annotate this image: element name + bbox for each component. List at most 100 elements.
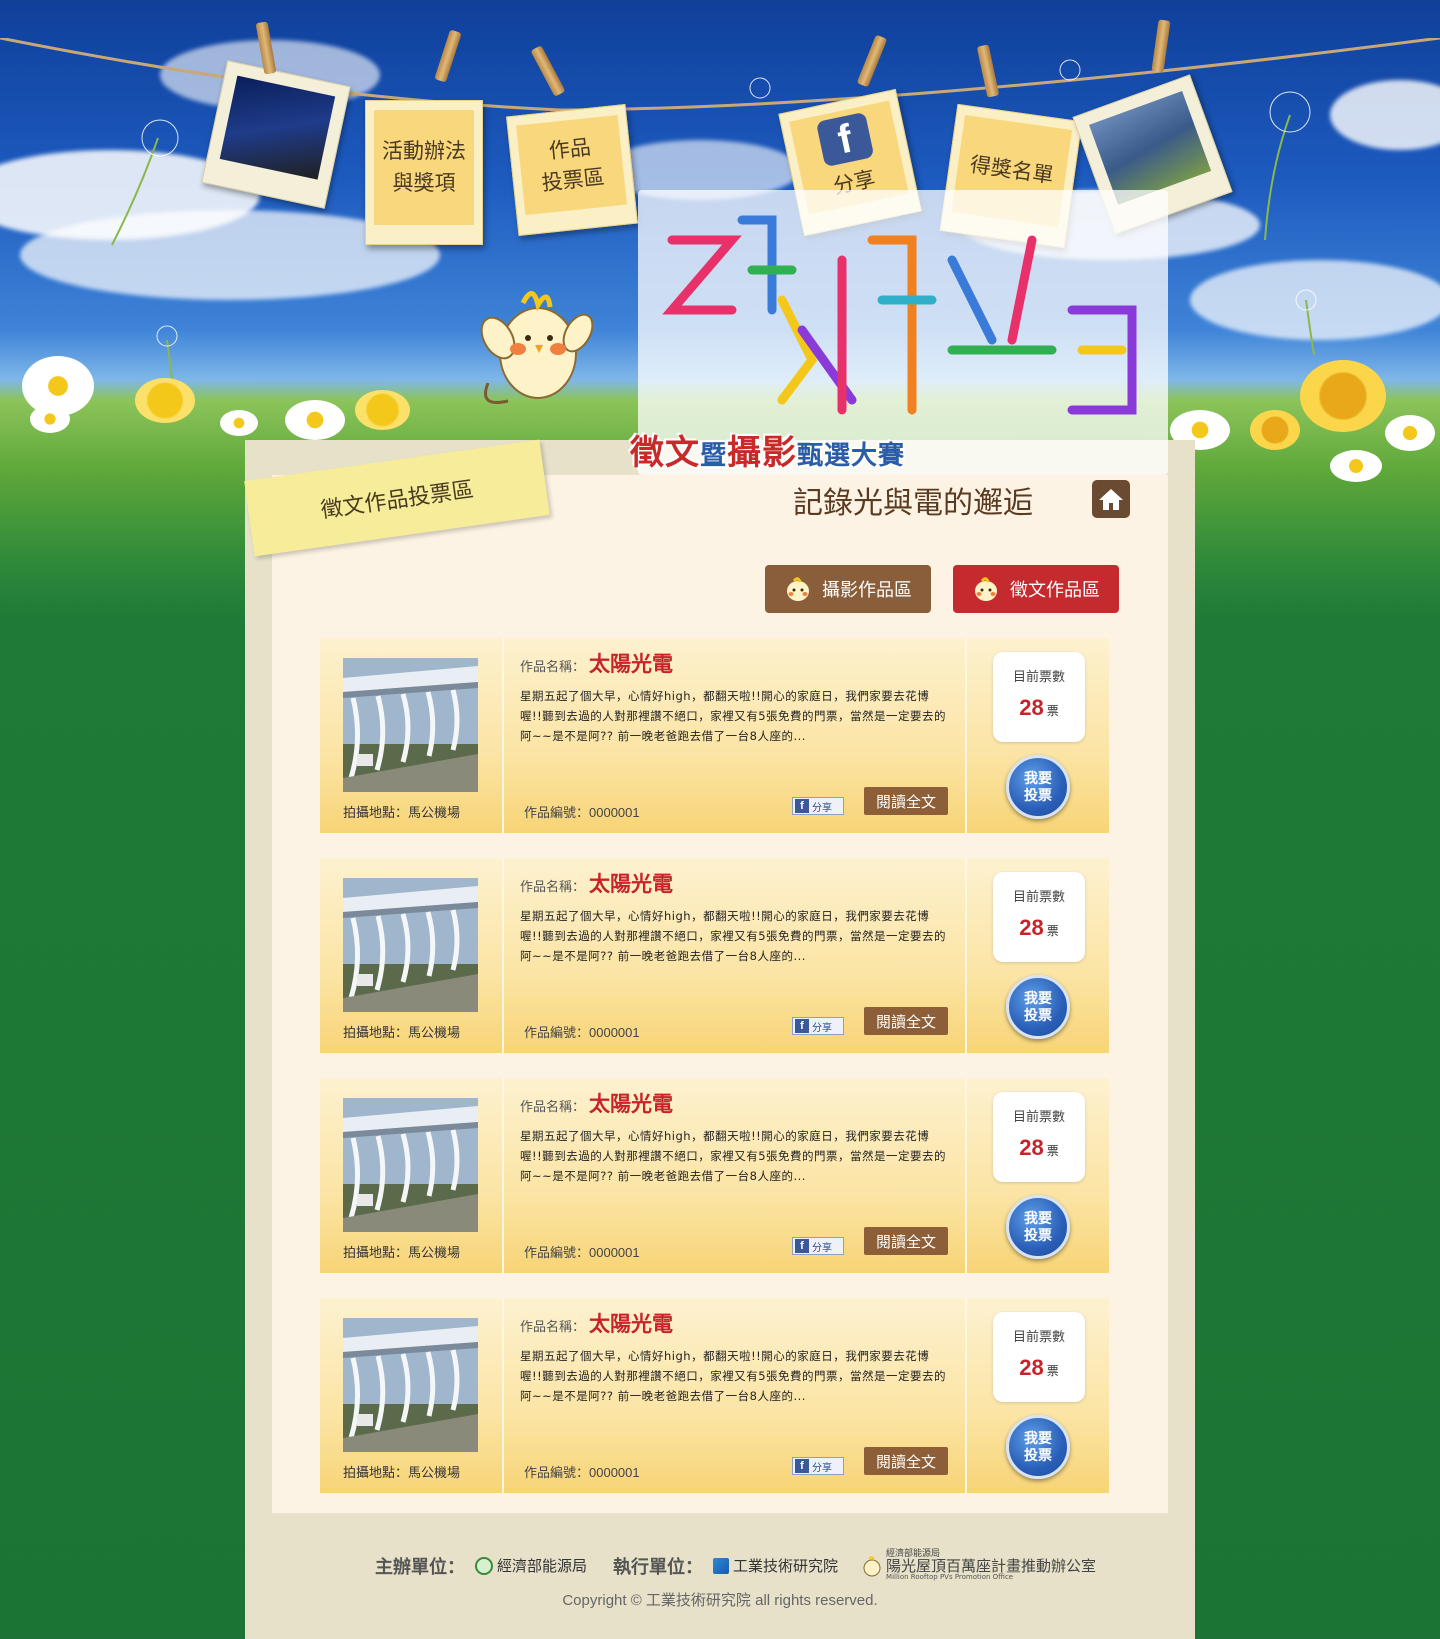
- vote-button-label: 我要 投票: [1024, 1430, 1052, 1463]
- entry-thumbnail[interactable]: [343, 1098, 478, 1232]
- entry-serial: 作品編號：0000001: [524, 1245, 640, 1260]
- vote-count-label: 目前票數: [1012, 1330, 1065, 1345]
- entry-serial: 作品編號：0000001: [524, 1025, 640, 1040]
- shooting-location: 拍攝地點：馬公機場: [343, 1465, 461, 1480]
- vote-count-unit: 票: [1046, 1364, 1059, 1378]
- facebook-share-button[interactable]: f 分享: [792, 1237, 844, 1255]
- vote-count-number: 28: [1019, 1355, 1044, 1380]
- organizer: 經濟部能源局: [475, 1555, 587, 1576]
- entry-serial: 作品編號：0000001: [524, 1465, 640, 1480]
- tab-essay-entries[interactable]: 徵文作品區: [953, 565, 1119, 613]
- column-divider: [965, 1078, 967, 1273]
- entry-excerpt: 星期五起了個大早，心情好high，都翻天啦!!開心的家庭日，我們家要去花博喔!!…: [520, 1129, 947, 1183]
- vote-count: 28 票: [993, 1135, 1085, 1161]
- vote-count: 28 票: [993, 1355, 1085, 1381]
- vote-count-number: 28: [1019, 915, 1044, 940]
- vote-count-unit: 票: [1046, 1144, 1059, 1158]
- entry-excerpt: 星期五起了個大早，心情好high，都翻天啦!!開心的家庭日，我們家要去花博喔!!…: [520, 1349, 947, 1403]
- entry-serial: 作品編號：0000001: [524, 805, 640, 820]
- itri-logo-icon: [713, 1557, 730, 1574]
- share-label: 分享: [812, 1022, 832, 1034]
- vote-count-number: 28: [1019, 695, 1044, 720]
- entry-title-row: 作品名稱： 太陽光電: [520, 648, 673, 678]
- vote-count-label: 目前票數: [1012, 1110, 1065, 1125]
- vote-button[interactable]: 我要 投票: [1006, 755, 1070, 819]
- tab-photo-label: 攝影作品區: [822, 580, 912, 600]
- office-line2: 陽光屋頂百萬座計畫推動辦公室: [886, 1557, 1097, 1575]
- logo-title-part3: 甄選大賽: [797, 440, 906, 470]
- entry-name: 太陽光電: [589, 653, 674, 676]
- entry-name-label: 作品名稱：: [520, 1320, 586, 1335]
- entry-title-row: 作品名稱： 太陽光電: [520, 1308, 673, 1338]
- vote-count-card: 目前票數 28 票: [993, 1312, 1085, 1402]
- executor-name: 工業技術研究院: [733, 1557, 839, 1575]
- thumbnail-image: [343, 658, 478, 792]
- vote-button-label: 我要 投票: [1024, 1210, 1052, 1243]
- logo-sunlight-electricity: [662, 215, 1137, 415]
- vote-button-label: 我要 投票: [1024, 770, 1052, 803]
- vote-count-card: 目前票數 28 票: [993, 872, 1085, 962]
- facebook-icon: f: [795, 1019, 809, 1033]
- vote-button[interactable]: 我要 投票: [1006, 1415, 1070, 1479]
- rooftop-office-logo: 經濟部能源局 陽光屋頂百萬座計畫推動辦公室 Million Rooftop PV…: [862, 1550, 1096, 1581]
- shooting-location: 拍攝地點：馬公機場: [343, 1245, 461, 1260]
- logo-title-part1: 徵文: [630, 434, 700, 472]
- column-divider: [965, 1298, 967, 1493]
- facebook-icon: f: [795, 1239, 809, 1253]
- column-divider: [965, 638, 967, 833]
- section-title: 徵文作品投票區: [319, 477, 476, 524]
- vote-count-card: 目前票數 28 票: [993, 1092, 1085, 1182]
- facebook-icon: f: [795, 1459, 809, 1473]
- entry-name: 太陽光電: [589, 1313, 674, 1336]
- read-more-button[interactable]: 閱讀全文: [864, 1227, 948, 1255]
- executor: 工業技術研究院: [713, 1555, 838, 1576]
- entry-name-label: 作品名稱：: [520, 660, 586, 675]
- logo-title-mid: 暨: [700, 440, 728, 470]
- logo-subtitle: 徵文暨攝影甄選大賽: [630, 425, 905, 474]
- thumbnail-image: [343, 1098, 478, 1232]
- facebook-share-button[interactable]: f 分享: [792, 797, 844, 815]
- share-label: 分享: [812, 802, 832, 814]
- read-more-button[interactable]: 閱讀全文: [864, 1447, 948, 1475]
- moea-logo-icon: [475, 1556, 493, 1575]
- entry-name-label: 作品名稱：: [520, 1100, 586, 1115]
- footer-credits: 主辦單位： 經濟部能源局 執行單位： 工業技術研究院 經濟部能源局 陽光屋頂百萬…: [375, 1550, 1096, 1581]
- entry-name: 太陽光電: [589, 873, 674, 896]
- vote-button[interactable]: 我要 投票: [1006, 975, 1070, 1039]
- chick-icon: [975, 577, 997, 601]
- entry-thumbnail[interactable]: [343, 1318, 478, 1452]
- chick-icon: [863, 1555, 881, 1576]
- vote-count-unit: 票: [1046, 704, 1059, 718]
- column-divider: [965, 858, 967, 1053]
- vote-count-label: 目前票數: [1012, 890, 1065, 905]
- tab-photo-entries[interactable]: 攝影作品區: [765, 565, 931, 613]
- vote-count: 28 票: [993, 695, 1085, 721]
- read-more-button[interactable]: 閱讀全文: [864, 1007, 948, 1035]
- read-more-button[interactable]: 閱讀全文: [864, 787, 948, 815]
- facebook-icon: f: [795, 799, 809, 813]
- entry-name-label: 作品名稱：: [520, 880, 586, 895]
- entry-thumbnail[interactable]: [343, 878, 478, 1012]
- facebook-share-button[interactable]: f 分享: [792, 1457, 844, 1475]
- vote-button-label: 我要 投票: [1024, 990, 1052, 1023]
- chick-icon: [787, 577, 809, 601]
- facebook-share-button[interactable]: f 分享: [792, 1017, 844, 1035]
- entry-card: 拍攝地點：馬公機場 作品名稱： 太陽光電 星期五起了個大早，心情好high，都翻天啦!…: [320, 858, 1109, 1053]
- organizer-label: 主辦單位：: [375, 1556, 465, 1578]
- share-label: 分享: [812, 1242, 832, 1254]
- column-divider: [502, 1078, 504, 1273]
- chick-mascot: [480, 291, 593, 404]
- entry-card: 拍攝地點：馬公機場 作品名稱： 太陽光電 星期五起了個大早，心情好high，都翻天啦!…: [320, 638, 1109, 833]
- vote-count-label: 目前票數: [1012, 670, 1065, 685]
- logo-title-part2: 攝影: [727, 434, 798, 472]
- column-divider: [502, 858, 504, 1053]
- thumbnail-image: [343, 878, 478, 1012]
- thumbnail-image: [343, 1318, 478, 1452]
- organizer-name: 經濟部能源局: [497, 1557, 588, 1575]
- entry-excerpt: 星期五起了個大早，心情好high，都翻天啦!!開心的家庭日，我們家要去花博喔!!…: [520, 689, 947, 743]
- vote-button[interactable]: 我要 投票: [1006, 1195, 1070, 1259]
- entry-thumbnail[interactable]: [343, 658, 478, 792]
- vote-count: 28 票: [993, 915, 1085, 941]
- entry-card: 拍攝地點：馬公機場 作品名稱： 太陽光電星期五起了個大早，心情好high，都翻天啦!…: [320, 1298, 1109, 1493]
- home-button[interactable]: [1092, 480, 1130, 518]
